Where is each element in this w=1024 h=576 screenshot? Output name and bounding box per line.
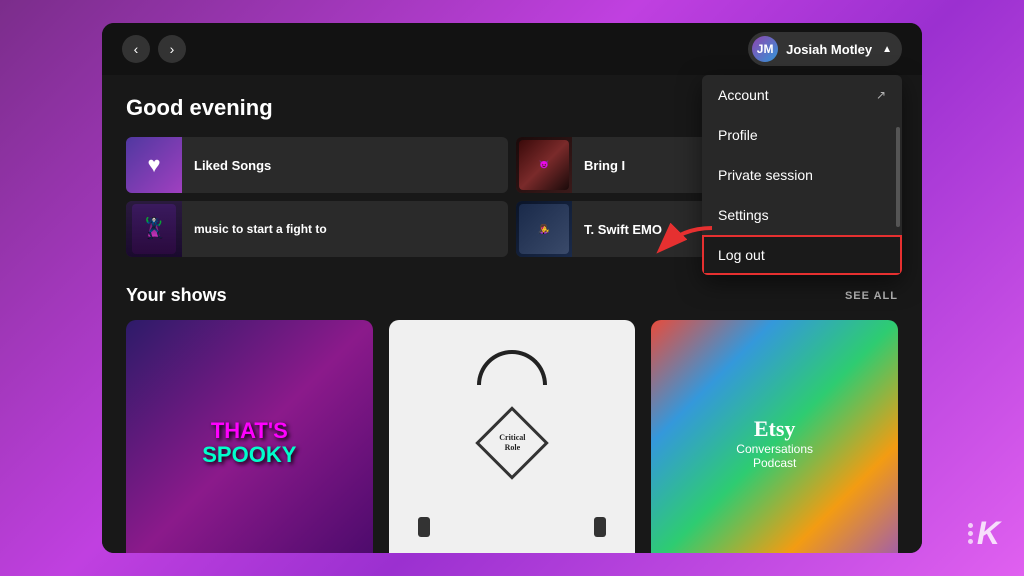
dropdown-item-account[interactable]: Account ↗ bbox=[702, 75, 902, 115]
external-link-icon: ↗ bbox=[876, 88, 886, 102]
show-card[interactable]: Etsy ConversationsPodcast Etsy Conversat… bbox=[651, 320, 898, 553]
show-thumbnail: THAT'SSPOOKY bbox=[126, 320, 373, 553]
playlist-item-label: music to start a fight to bbox=[182, 222, 339, 236]
dropdown-item-profile[interactable]: Profile bbox=[702, 115, 902, 155]
playlist-thumbnail: 👩‍🎤 bbox=[516, 201, 572, 257]
user-menu-trigger[interactable]: JM Josiah Motley ▲ bbox=[748, 32, 902, 66]
dropdown-item-settings[interactable]: Settings bbox=[702, 195, 902, 235]
scrollbar[interactable] bbox=[896, 127, 900, 227]
watermark-letter: K bbox=[977, 515, 1000, 552]
playlist-thumbnail: 😈 bbox=[516, 137, 572, 193]
dropdown-menu: Account ↗ Profile Private session Settin… bbox=[702, 75, 902, 275]
chevron-down-icon: ▲ bbox=[882, 44, 892, 55]
show-card[interactable]: THAT'SSPOOKY That's Spooky bbox=[126, 320, 373, 553]
avatar: JM bbox=[752, 36, 778, 62]
shows-section-title: Your shows bbox=[126, 285, 227, 306]
playlist-thumbnail: 🦹 bbox=[126, 201, 182, 257]
app-window: ‹ › JM Josiah Motley ▲ Account ↗ Profile… bbox=[102, 23, 922, 553]
back-button[interactable]: ‹ bbox=[122, 35, 150, 63]
top-bar: ‹ › JM Josiah Motley ▲ bbox=[102, 23, 922, 75]
heart-icon: ♥ bbox=[147, 152, 160, 178]
watermark-dots bbox=[968, 523, 973, 544]
shows-grid: THAT'SSPOOKY That's Spooky bbox=[126, 320, 898, 553]
shows-section-header: Your shows SEE ALL bbox=[126, 285, 898, 306]
forward-button[interactable]: › bbox=[158, 35, 186, 63]
user-name-label: Josiah Motley bbox=[786, 42, 872, 57]
show-card[interactable]: CriticalRole Critical Role bbox=[389, 320, 636, 553]
see-all-button[interactable]: SEE ALL bbox=[845, 290, 898, 302]
playlist-item-label: Liked Songs bbox=[182, 158, 283, 173]
playlist-item-label: T. Swift EMO bbox=[572, 222, 674, 237]
show-thumbnail: Etsy ConversationsPodcast bbox=[651, 320, 898, 553]
playlist-item[interactable]: 🦹 music to start a fight to bbox=[126, 201, 508, 257]
playlist-item[interactable]: ♥ Liked Songs bbox=[126, 137, 508, 193]
watermark: K bbox=[968, 515, 1000, 552]
dropdown-item-private-session[interactable]: Private session bbox=[702, 155, 902, 195]
playlist-item-label: Bring I bbox=[572, 158, 637, 173]
show-thumbnail: CriticalRole bbox=[389, 320, 636, 553]
playlist-thumbnail: ♥ bbox=[126, 137, 182, 193]
nav-buttons: ‹ › bbox=[122, 35, 186, 63]
dropdown-item-logout[interactable]: Log out bbox=[702, 235, 902, 275]
